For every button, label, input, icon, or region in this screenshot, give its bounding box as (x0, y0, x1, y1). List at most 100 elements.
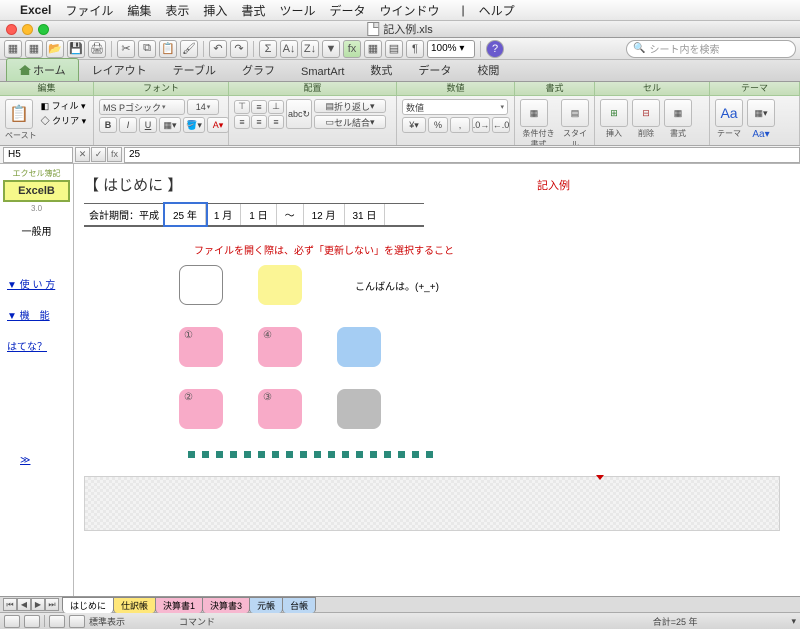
save-button[interactable]: 💾 (67, 40, 85, 58)
sidebar-up-link[interactable]: ≫ (20, 455, 30, 466)
status-dropdown[interactable]: ▾ (791, 616, 796, 627)
tab-home[interactable]: ホーム (6, 58, 79, 81)
bold-button[interactable]: B (99, 117, 117, 133)
sort-asc-button[interactable]: A↓ (280, 40, 298, 58)
merge-button[interactable]: ▭ セル結合 ▾ (314, 115, 386, 129)
sidebar-link-features[interactable]: ▼ 機 能 (7, 307, 66, 322)
align-middle[interactable]: ≡ (251, 100, 267, 114)
orientation-button[interactable]: abc↻ (286, 99, 312, 129)
fill-color-button[interactable]: 🪣▾ (183, 117, 205, 133)
sample-box-gray[interactable] (337, 389, 381, 429)
show-hide-button[interactable]: ¶ (406, 40, 424, 58)
number-format-combo[interactable]: 数値▾ (402, 99, 508, 115)
app-menu[interactable]: Excel (20, 3, 51, 17)
sidebar-link-usage[interactable]: ▼ 使 い 方 (7, 276, 66, 291)
format-button[interactable]: ▦ (664, 99, 692, 127)
styles-button[interactable]: ▤ (561, 99, 589, 127)
inc-decimal[interactable]: .0→ (472, 117, 490, 133)
view-normal-button[interactable] (4, 615, 20, 628)
tab-table[interactable]: テーブル (160, 58, 229, 81)
sidebar-link-help[interactable]: はてな？ (7, 338, 66, 353)
sheet-nav-next[interactable]: ▶ (31, 598, 45, 611)
align-bottom[interactable]: ⊥ (268, 100, 284, 114)
menu-insert[interactable]: 挿入 (203, 2, 227, 19)
filter-button[interactable]: ▼ (322, 40, 340, 58)
sheet-nav-first[interactable]: ⏮ (3, 598, 17, 611)
tab-smartart[interactable]: SmartArt (288, 62, 357, 81)
autosum-button[interactable]: Σ (259, 40, 277, 58)
name-box[interactable]: H5 (3, 147, 73, 163)
toolbox-button[interactable]: ▦ (364, 40, 382, 58)
qat-btn-1[interactable]: ▦ (4, 40, 22, 58)
copy-button[interactable]: ⧉ (138, 40, 156, 58)
align-right[interactable]: ≡ (268, 115, 284, 129)
percent-button[interactable]: % (428, 117, 448, 133)
period-end-month[interactable]: 12 月 (304, 204, 345, 225)
align-center[interactable]: ≡ (251, 115, 267, 129)
border-button[interactable]: ▦▾ (159, 117, 181, 133)
cond-format-button[interactable]: ▦ (520, 99, 548, 127)
font-color-button[interactable]: A▾ (207, 117, 229, 133)
fb-confirm[interactable]: ✓ (91, 147, 106, 162)
sheet-nav-prev[interactable]: ◀ (17, 598, 31, 611)
cut-button[interactable]: ✂ (117, 40, 135, 58)
font-name-combo[interactable]: MS Pゴシック▾ (99, 99, 185, 115)
tab-formula[interactable]: 数式 (357, 58, 405, 81)
chart-button[interactable]: ▤ (385, 40, 403, 58)
view-break-button[interactable] (49, 615, 65, 628)
dec-decimal[interactable]: ←.0 (492, 117, 510, 133)
theme-font-button[interactable]: Aa▾ (747, 129, 775, 140)
redo-button[interactable]: ↷ (230, 40, 248, 58)
menu-edit[interactable]: 編集 (127, 2, 151, 19)
currency-button[interactable]: ¥▾ (402, 117, 426, 133)
sample-box-pink-1[interactable]: ① (179, 327, 223, 367)
italic-button[interactable]: I (119, 117, 137, 133)
sheet-tab-report1[interactable]: 決算書1 (155, 597, 203, 613)
formula-input[interactable]: 25 (124, 147, 800, 163)
paste-big-button[interactable]: 📋 (5, 99, 33, 129)
format-painter-button[interactable]: 🖌 (180, 40, 198, 58)
sheet-tab-report3[interactable]: 決算書3 (202, 597, 250, 613)
sample-box-pink-3[interactable]: ③ (258, 389, 302, 429)
align-left[interactable]: ≡ (234, 115, 250, 129)
sample-box-pink-4[interactable]: ④ (258, 327, 302, 367)
sheet-nav-last[interactable]: ⏭ (45, 598, 59, 611)
minimize-window-button[interactable] (22, 24, 33, 35)
menu-data[interactable]: データ (329, 2, 365, 19)
font-size-combo[interactable]: 14▾ (187, 99, 219, 115)
tab-review[interactable]: 校閲 (464, 58, 512, 81)
sample-box-blue[interactable] (337, 327, 381, 367)
clear-button[interactable]: ◇ クリア ▾ (41, 114, 87, 127)
tab-layout[interactable]: レイアウト (79, 58, 160, 81)
worksheet[interactable]: 【 はじめに 】 記入例 会計期間：平成 25 年 1 月 1 日 〜 12 月… (74, 164, 800, 596)
underline-button[interactable]: U (139, 117, 157, 133)
sample-box-pink-2[interactable]: ② (179, 389, 223, 429)
menu-file[interactable]: ファイル (65, 2, 113, 19)
sample-box-white[interactable] (179, 265, 223, 305)
undo-button[interactable]: ↶ (209, 40, 227, 58)
open-button[interactable]: 📂 (46, 40, 64, 58)
sheet-tab-journal[interactable]: 仕訳帳 (113, 597, 156, 613)
menu-window[interactable]: ウインドウ (379, 2, 439, 19)
zoom-window-button[interactable] (38, 24, 49, 35)
sample-box-yellow[interactable] (258, 265, 302, 305)
menu-help[interactable]: ヘルプ (479, 2, 515, 19)
period-start-month[interactable]: 1 月 (206, 204, 241, 225)
menu-format[interactable]: 書式 (241, 2, 265, 19)
period-year[interactable]: 25 年 (165, 204, 206, 225)
qat-btn-2[interactable]: ▦ (25, 40, 43, 58)
close-window-button[interactable] (6, 24, 17, 35)
insert-button[interactable]: ⊞ (600, 99, 628, 127)
print-button[interactable]: 🖨 (88, 40, 106, 58)
fill-button[interactable]: ◧ フィル ▾ (41, 99, 87, 112)
delete-button[interactable]: ⊟ (632, 99, 660, 127)
paste-button[interactable]: 📋 (159, 40, 177, 58)
sheet-tab-book[interactable]: 台帳 (282, 597, 316, 613)
search-box[interactable]: 🔍 シート内を検索 (626, 40, 796, 58)
wrap-button[interactable]: ▤ 折り返し ▾ (314, 99, 386, 113)
comment-cell[interactable] (84, 476, 780, 531)
tab-data[interactable]: データ (405, 58, 464, 81)
align-top[interactable]: ⊤ (234, 100, 250, 114)
fb-cancel[interactable]: ✕ (75, 147, 90, 162)
period-end-day[interactable]: 31 日 (345, 204, 386, 225)
